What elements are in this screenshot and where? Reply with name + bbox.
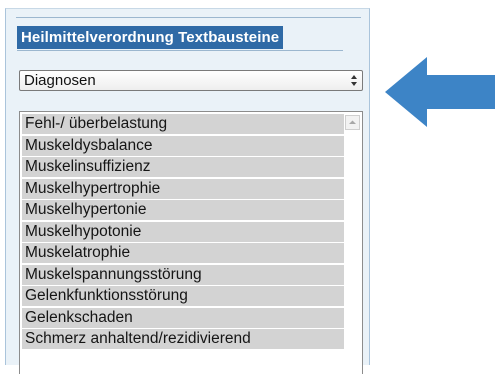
scroll-up-icon [349,120,356,124]
list-item[interactable]: Muskelhypertonie [22,200,344,221]
title-divider [17,50,343,51]
textbausteine-panel: Heilmittelverordnung Textbausteine Diagn… [5,8,370,374]
scroll-up-button[interactable] [345,115,360,130]
category-select-value: Diagnosen [24,72,96,89]
list-item[interactable]: Schmerz anhaltend/rezidivierend [22,329,344,350]
list-item[interactable]: Gelenkschaden [22,307,344,329]
list-item[interactable]: Muskelhypotonie [22,221,344,243]
list-scrollbar[interactable] [345,112,362,374]
left-arrow-icon [385,57,495,127]
list-item[interactable]: Gelenkfunktionsstörung [22,286,344,307]
panel-top-divider [16,17,361,18]
list-item[interactable]: Muskelhypertrophie [22,178,344,200]
list-item[interactable]: Muskelinsuffizienz [22,157,344,178]
list-item[interactable]: Muskelatrophie [22,243,344,264]
updown-chevron-icon [351,75,357,86]
list-item[interactable]: Fehl-/ überbelastung [22,114,344,135]
diagnosis-listbox[interactable]: Fehl-/ überbelastung Muskeldysbalance Musk… [19,111,363,374]
category-select[interactable]: Diagnosen [19,70,363,91]
panel-title: Heilmittelverordnung Textbausteine [17,26,284,49]
list-item[interactable]: Muskelspannungsstörung [22,264,344,286]
list-item[interactable]: Muskeldysbalance [22,135,344,157]
